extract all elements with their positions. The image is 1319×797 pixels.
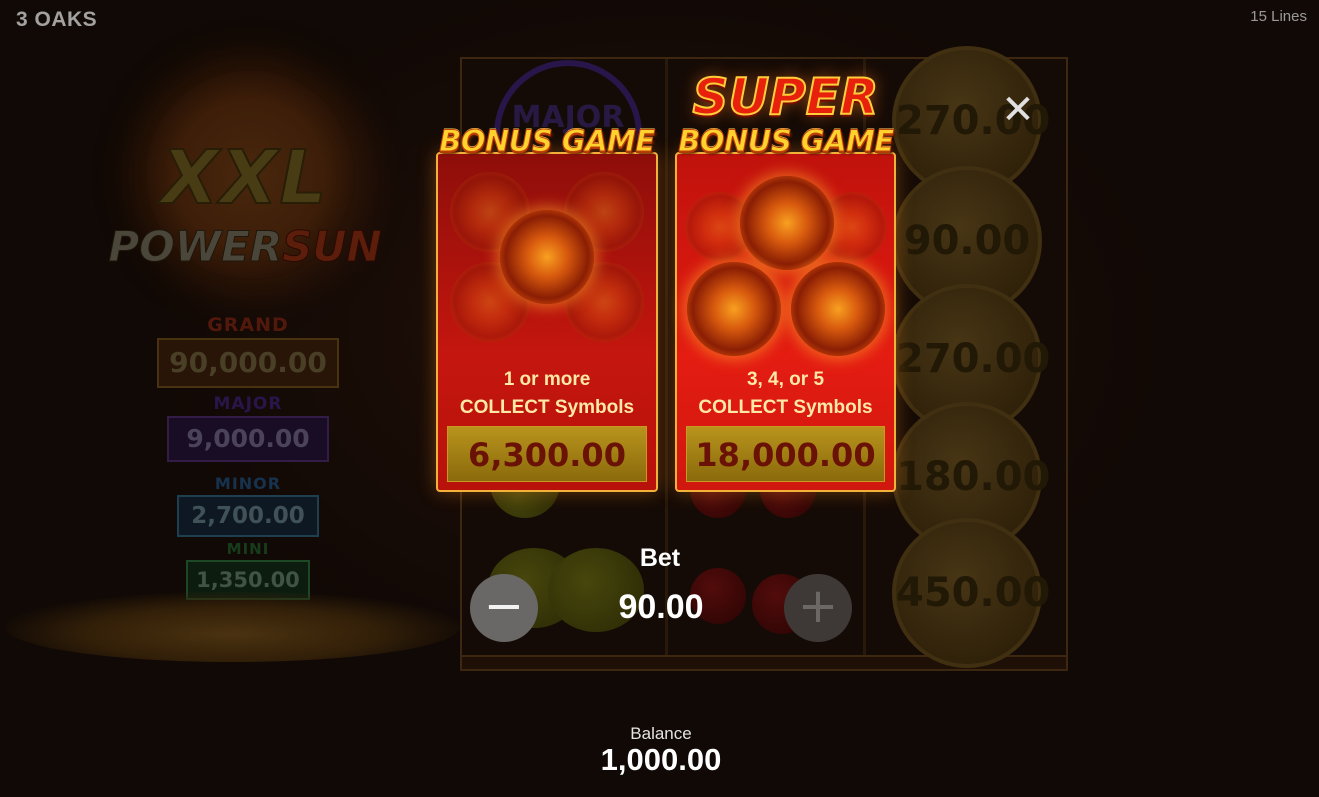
lines-count: 15 Lines xyxy=(1250,8,1307,25)
jackpot-value: 9,000.00 xyxy=(167,416,329,462)
logo-power-sun: POWERSUN xyxy=(95,222,395,272)
balance-label: Balance xyxy=(630,724,692,743)
jackpot-label: MINI xyxy=(226,540,270,558)
game-logo: XXL POWERSUN xyxy=(95,60,395,290)
jackpot-value: 2,700.00 xyxy=(177,495,319,537)
super-bonus-game-card[interactable]: 3, 4, or 5 COLLECT Symbols 18,000.00 xyxy=(675,152,896,492)
logo-power: POWER xyxy=(108,222,283,272)
super-bonus-condition-line1: 3, 4, or 5 xyxy=(746,369,825,390)
close-icon[interactable]: ✕ xyxy=(998,90,1038,132)
super-bonus-game-title: BONUS GAME xyxy=(678,124,895,159)
brand-logo: 3 OAKS xyxy=(16,8,98,31)
sun-orb-icon xyxy=(687,262,781,356)
jackpot-major: MAJOR 9,000.00 xyxy=(167,394,329,462)
balance-value: 1,000.00 xyxy=(600,742,722,777)
bet-increase-button[interactable]: + xyxy=(784,574,852,642)
super-bonus-buy-price[interactable]: 18,000.00 xyxy=(686,426,885,482)
reel-divider xyxy=(665,59,668,669)
bet-decrease-button[interactable]: − xyxy=(470,574,538,642)
bonus-buy-price[interactable]: 6,300.00 xyxy=(447,426,647,482)
sun-orb-icon xyxy=(791,262,885,356)
logo-xxl: XXL xyxy=(160,134,329,222)
jackpot-mini: MINI 1,350.00 xyxy=(186,540,310,600)
bonus-condition-line2: COLLECT Symbols xyxy=(459,397,635,418)
jackpot-label: GRAND xyxy=(207,314,289,336)
coin-symbol: 450.00 xyxy=(892,518,1050,668)
bet-label: Bet xyxy=(639,544,681,572)
jackpot-label: MINOR xyxy=(214,474,282,493)
jackpot-label: MAJOR xyxy=(213,394,283,414)
bonus-condition-line1: 1 or more xyxy=(503,369,591,390)
jackpot-value: 90,000.00 xyxy=(157,338,339,388)
minus-icon: − xyxy=(483,578,525,634)
jackpot-minor: MINOR 2,700.00 xyxy=(177,474,319,537)
sun-orb-icon xyxy=(500,210,594,304)
bonus-game-title: BONUS GAME xyxy=(439,124,656,159)
bonus-game-card[interactable]: 1 or more COLLECT Symbols 6,300.00 xyxy=(436,152,658,492)
coin-pile xyxy=(5,592,460,662)
plus-icon: + xyxy=(797,578,839,634)
super-bonus-condition-line2: COLLECT Symbols xyxy=(698,397,873,418)
sun-orb-icon xyxy=(740,176,834,270)
bet-value: 90.00 xyxy=(618,588,704,626)
super-title: SUPER xyxy=(692,67,880,127)
jackpot-grand: GRAND 90,000.00 xyxy=(157,314,339,388)
logo-sun: SUN xyxy=(282,222,383,272)
